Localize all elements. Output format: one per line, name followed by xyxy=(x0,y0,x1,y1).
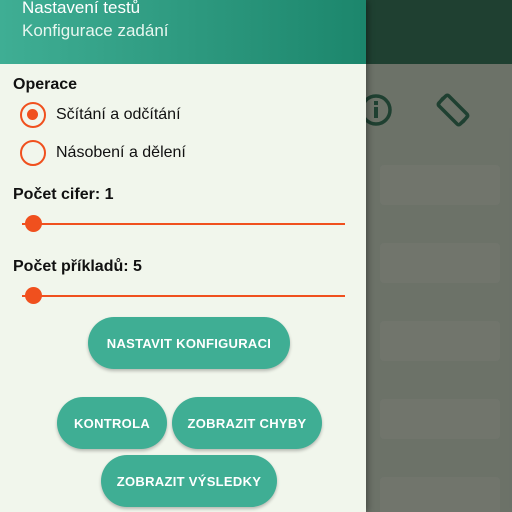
radio-checked-icon[interactable] xyxy=(20,102,46,128)
radio-unchecked-icon[interactable] xyxy=(20,140,46,166)
show-errors-button[interactable]: ZOBRAZIT CHYBY xyxy=(172,397,322,449)
digits-slider[interactable] xyxy=(22,213,345,235)
radio-label: Sčítání a odčítání xyxy=(56,106,181,123)
set-configuration-button[interactable]: NASTAVIT KONFIGURACI xyxy=(88,317,290,369)
drawer-header: Nastavení testů Konfigurace zadání xyxy=(0,0,366,64)
operations-label: Operace xyxy=(13,76,78,93)
radio-addition-subtraction[interactable]: Sčítání a odčítání xyxy=(20,101,181,129)
radio-label: Násobení a dělení xyxy=(56,144,186,161)
settings-drawer: Nastavení testů Konfigurace zadání Opera… xyxy=(0,0,366,512)
drawer-title: Nastavení testů xyxy=(22,0,141,17)
examples-slider[interactable] xyxy=(22,285,345,307)
digits-count-label: Počet cifer: 1 xyxy=(13,186,114,203)
show-results-button[interactable]: ZOBRAZIT VÝSLEDKY xyxy=(101,455,277,507)
slider-track xyxy=(22,295,345,297)
slider-thumb[interactable] xyxy=(25,215,42,232)
drawer-subtitle: Konfigurace zadání xyxy=(22,21,169,40)
slider-thumb[interactable] xyxy=(25,287,42,304)
radio-multiplication-division[interactable]: Násobení a dělení xyxy=(20,139,186,167)
check-button[interactable]: KONTROLA xyxy=(57,397,167,449)
examples-count-label: Počet příkladů: 5 xyxy=(13,258,142,275)
slider-track xyxy=(22,223,345,225)
